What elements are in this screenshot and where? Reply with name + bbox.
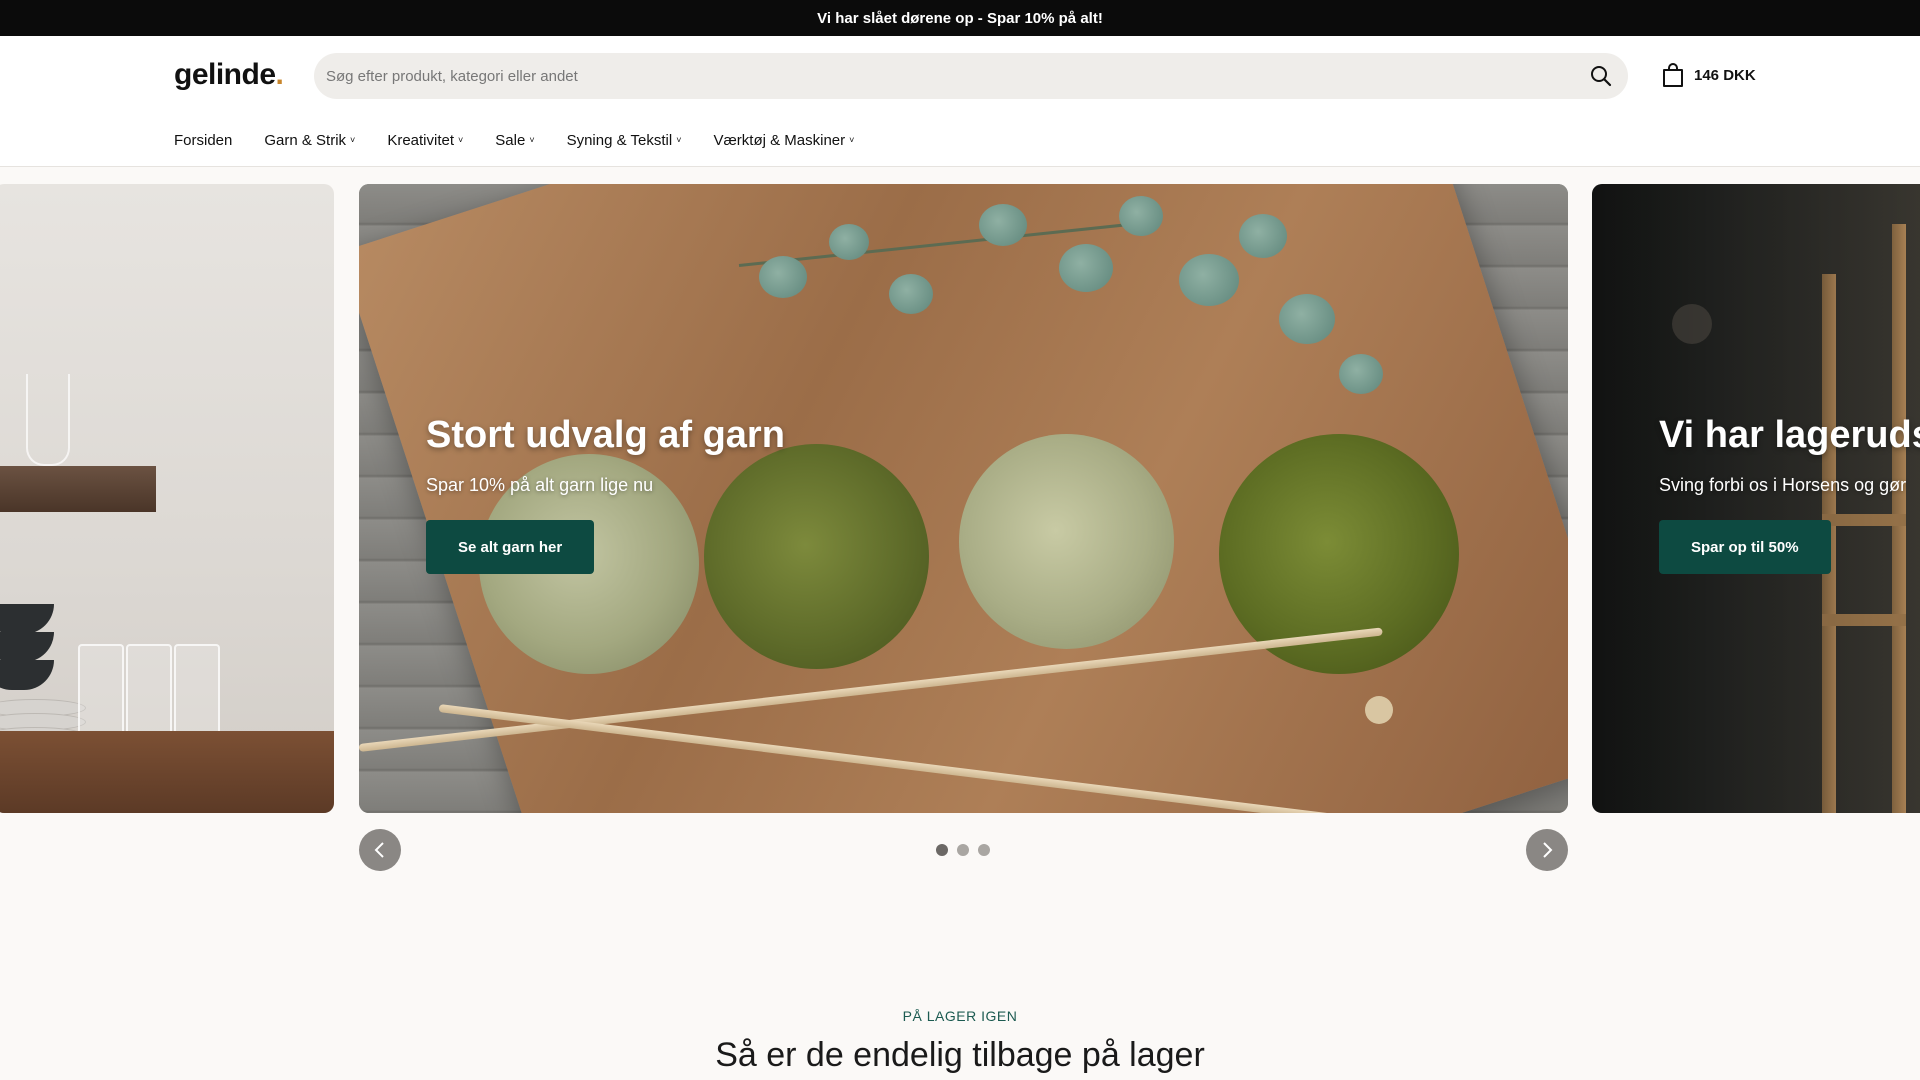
carousel-dot-1[interactable] <box>936 844 948 856</box>
yarn-ball-3-image <box>959 434 1174 649</box>
nav-item-forsiden[interactable]: Forsiden <box>174 132 232 149</box>
nav-item-garn-strik[interactable]: Garn & Strik ˅ <box>264 132 355 149</box>
slide-title: Stort udvalg af garn <box>426 414 785 456</box>
cart-button[interactable]: 146 DKK <box>1662 62 1756 88</box>
section-eyebrow: PÅ LAGER IGEN <box>902 1008 1018 1024</box>
main-nav: Forsiden Garn & Strik ˅ Kreativitet ˅ Sale… <box>174 132 886 149</box>
search-icon[interactable] <box>1589 64 1613 88</box>
needle-knob-image <box>1365 696 1393 724</box>
slide-subtitle: Sving forbi os i Horsens og gør <box>1659 475 1907 495</box>
logo-text: gelinde <box>174 58 276 91</box>
slide-caption: Vi har lageruds Sving forbi os i Horsens… <box>1659 414 1920 574</box>
cart-total: 146 DKK <box>1694 66 1756 84</box>
nav-label: Sale <box>495 132 526 149</box>
wineglass-image <box>26 374 70 466</box>
nav-item-sale[interactable]: Sale ˅ <box>495 132 534 149</box>
carousel-dots <box>936 844 990 856</box>
site-header: gelinde. 146 DKK Forsiden Garn & Strik˅ … <box>0 36 1920 167</box>
slide-caption: Stort udvalg af garn Spar 10% på alt gar… <box>426 414 785 574</box>
nav-label: Værktøj & Maskiner <box>713 132 846 149</box>
carousel-slide-next[interactable]: Vi har lageruds Sving forbi os i Horsens… <box>1592 184 1920 813</box>
chevron-down-icon: ˅ <box>849 134 855 145</box>
slide-subtitle: Spar 10% på alt garn lige nu <box>426 475 654 495</box>
carousel-slide-active[interactable]: Stort udvalg af garn Spar 10% på alt gar… <box>359 184 1568 813</box>
carousel-slide-previous[interactable] <box>0 184 334 813</box>
nav-item-vaerktoej-maskiner[interactable]: Værktøj & Maskiner ˅ <box>713 132 854 149</box>
carousel-dot-3[interactable] <box>978 844 990 856</box>
nav-label: Forsiden <box>174 132 233 149</box>
chevron-down-icon: ˅ <box>529 134 535 145</box>
nav-label: Garn & Strik <box>264 132 347 149</box>
see-all-yarn-button[interactable]: Se alt garn her <box>426 520 595 574</box>
logo[interactable]: gelinde. <box>174 58 284 92</box>
nav-item-kreativitet[interactable]: Kreativitet ˅ <box>387 132 463 149</box>
chevron-down-icon: ˅ <box>350 134 356 145</box>
chevron-left-icon <box>374 842 384 858</box>
chevron-down-icon: ˅ <box>676 134 682 145</box>
carousel-next-button[interactable] <box>1526 829 1568 871</box>
carousel-prev-button[interactable] <box>359 829 401 871</box>
chevron-right-icon <box>1543 842 1553 858</box>
shelf-image <box>0 466 156 512</box>
announcement-text: Vi har slået dørene op - Spar 10% på alt… <box>817 9 1103 27</box>
save-up-to-50-button[interactable]: Spar op til 50% <box>1659 520 1831 574</box>
counter-image <box>0 731 334 813</box>
section-title: Så er de endelig tilbage på lager <box>715 1036 1205 1074</box>
logo-dot: . <box>275 58 284 91</box>
nav-label: Kreativitet <box>387 132 455 149</box>
nav-label: Syning & Tekstil <box>566 132 673 149</box>
shopping-bag-icon <box>1663 63 1683 87</box>
search-input[interactable] <box>314 53 1628 99</box>
slide-title: Vi har lageruds <box>1659 414 1920 456</box>
nav-item-syning-tekstil[interactable]: Syning & Tekstil ˅ <box>567 132 682 149</box>
chevron-down-icon: ˅ <box>458 134 464 145</box>
carousel-dot-2[interactable] <box>957 844 969 856</box>
announcement-bar: Vi har slået dørene op - Spar 10% på alt… <box>0 0 1920 36</box>
